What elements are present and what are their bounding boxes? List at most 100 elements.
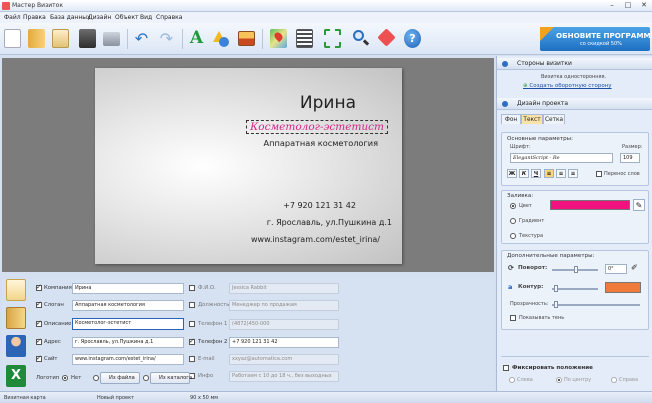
redo-icon[interactable]: ↷ (158, 29, 175, 48)
zoom-icon[interactable] (352, 29, 370, 48)
edit-text-icon[interactable] (6, 279, 26, 301)
menu-edit[interactable]: Правка (23, 14, 46, 21)
logo-file-radio[interactable] (93, 375, 99, 381)
outline-slider[interactable] (552, 288, 598, 290)
qr-code-icon[interactable] (296, 29, 313, 48)
effects-icon[interactable] (377, 28, 396, 48)
phone1-field[interactable]: (4872)450-000 (229, 319, 339, 330)
add-shape-icon[interactable] (212, 29, 229, 48)
card-name-text[interactable]: Ирина (300, 93, 356, 113)
slogan-field[interactable]: Аппаратная косметология (72, 300, 184, 311)
undo-icon[interactable]: ↶ (133, 29, 150, 48)
logo-from-catalog-button[interactable]: Из каталога (150, 372, 192, 384)
outline-icon: a (508, 283, 513, 291)
crop-icon[interactable] (324, 29, 341, 48)
save-icon[interactable] (79, 29, 96, 48)
card-site-text[interactable]: www.instagram.com/estet_irina/ (251, 235, 380, 244)
card-title-text[interactable]: Косметолог-эстетист (246, 120, 388, 134)
align-right-icon[interactable]: ≡ (568, 169, 578, 178)
templates-icon[interactable] (52, 29, 69, 48)
phone2-checkbox[interactable] (189, 337, 195, 345)
company-field[interactable]: Ирина (72, 283, 184, 294)
menu-object[interactable]: Объект (115, 14, 138, 21)
shadow-checkbox[interactable] (510, 315, 516, 321)
underline-button[interactable]: Ч (531, 169, 541, 178)
sides-header[interactable]: Стороны визитки (497, 58, 652, 70)
design-header[interactable]: Дизайн проекта (497, 98, 652, 110)
description-checkbox[interactable] (36, 319, 42, 327)
fix-position-checkbox[interactable] (503, 365, 509, 371)
italic-button[interactable]: К (519, 169, 529, 178)
menu-database[interactable]: База данных (50, 14, 91, 21)
map-icon[interactable] (270, 29, 287, 48)
fill-color-radio[interactable] (510, 203, 516, 209)
fix-right-radio[interactable] (611, 377, 617, 383)
site-checkbox[interactable] (36, 354, 42, 362)
font-size-input[interactable]: 109 (620, 153, 640, 163)
align-left-icon[interactable]: ≡ (544, 169, 554, 178)
brush-icon[interactable]: ✐ (631, 263, 641, 273)
add-image-icon[interactable] (238, 31, 255, 46)
maximize-button[interactable]: □ (621, 1, 635, 10)
fill-gradient-radio[interactable] (510, 218, 516, 224)
new-icon[interactable] (5, 30, 20, 47)
phone1-checkbox[interactable] (189, 321, 195, 327)
email-field[interactable]: xxyaz@automatica.com (229, 354, 339, 365)
bold-button[interactable]: Ж (507, 169, 517, 178)
rotation-slider-thumb[interactable] (574, 266, 578, 273)
upgrade-banner[interactable]: ОБНОВИТЕ ПРОГРАММУ со скидкой 50% (540, 27, 652, 51)
minimize-button[interactable]: – (605, 1, 619, 10)
fix-center-radio[interactable] (556, 377, 562, 383)
contacts-icon[interactable] (6, 335, 26, 357)
business-card[interactable]: Ирина Косметолог-эстетист Аппаратная кос… (95, 68, 402, 264)
card-description-text[interactable]: Аппаратная косметология (264, 138, 378, 148)
align-center-icon[interactable]: ≡ (556, 169, 566, 178)
fill-texture-radio[interactable] (510, 233, 516, 239)
company-checkbox[interactable] (36, 283, 42, 291)
menu-file[interactable]: Файл (4, 14, 21, 21)
outline-color-swatch[interactable] (605, 282, 641, 293)
fill-color-swatch[interactable] (550, 200, 630, 210)
fullname-field[interactable]: Jessica Rabbit (229, 283, 339, 294)
menu-help[interactable]: Справка (156, 14, 182, 21)
address-checkbox[interactable] (36, 337, 42, 345)
info-field[interactable]: Работаем с 10 до 18 ч., без выходных (229, 371, 339, 382)
email-checkbox[interactable] (189, 356, 195, 362)
fix-right-label: Справа (619, 377, 639, 383)
close-button[interactable]: ✕ (637, 1, 651, 10)
help-icon[interactable]: ? (404, 29, 421, 48)
eyedropper-icon[interactable]: ✎ (633, 199, 645, 211)
print-icon[interactable] (103, 32, 120, 46)
open-icon[interactable] (28, 29, 45, 48)
phone2-field[interactable]: +7 920 121 31 42 (229, 337, 339, 348)
slogan-checkbox[interactable] (36, 300, 42, 308)
menu-design[interactable]: Дизайн (88, 14, 111, 21)
card-phone-text[interactable]: +7 920 121 31 42 (283, 201, 356, 210)
logo-none-radio[interactable] (62, 375, 68, 381)
add-text-icon[interactable]: A (188, 29, 205, 48)
address-field[interactable]: г. Ярославль, ул.Пушкина д.1 (72, 337, 184, 348)
tab-text[interactable]: Текст (521, 114, 543, 124)
card-address-text[interactable]: г. Ярославль, ул.Пушкина д.1 (267, 218, 392, 227)
menu-view[interactable]: Вид (140, 14, 152, 21)
position-checkbox[interactable] (189, 302, 195, 308)
logo-catalog-radio[interactable] (143, 375, 149, 381)
logo-from-file-button[interactable]: Из файла (100, 372, 140, 384)
tab-background[interactable]: Фон (501, 114, 521, 124)
fullname-checkbox[interactable] (189, 285, 195, 291)
book-icon[interactable] (6, 307, 26, 329)
site-field[interactable]: www.instagram.com/estet_irina/ (72, 354, 184, 365)
outline-slider-thumb[interactable] (554, 285, 558, 292)
tab-grid[interactable]: Сетка (543, 114, 565, 124)
font-select[interactable]: ElegantScript - Re (510, 153, 613, 163)
excel-icon[interactable]: X (6, 365, 26, 387)
word-wrap-checkbox[interactable] (596, 171, 602, 177)
logo-label: Логотип (36, 375, 60, 381)
fix-left-radio[interactable] (509, 377, 515, 383)
rotation-input[interactable]: 0° (605, 264, 627, 274)
create-back-side-link[interactable]: ⊕ Создать оборотную сторону (523, 83, 612, 89)
opacity-slider-thumb[interactable] (554, 301, 558, 308)
position-field[interactable]: Менеджер по продажам (229, 300, 339, 311)
description-field[interactable]: Косметолог-эстетист (72, 318, 184, 330)
opacity-slider[interactable] (552, 304, 640, 306)
